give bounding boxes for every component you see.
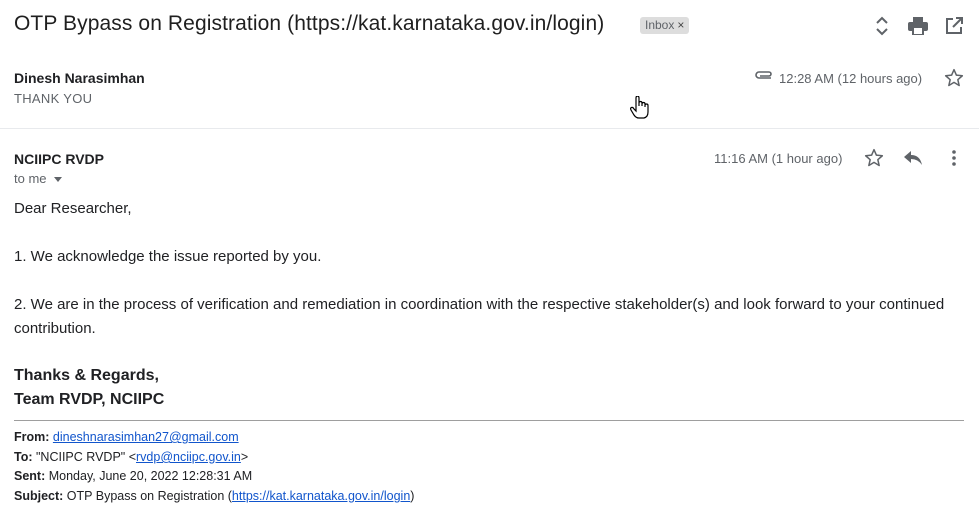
collapsed-sender-name: Dinesh Narasimhan [14,70,145,86]
collapsed-time: 12:28 AM (12 hours ago) [779,71,923,86]
chevron-down-icon [53,176,62,182]
quoted-from-line: From: dineshnarasimhan27@gmail.com [14,430,239,444]
print-icon[interactable] [907,15,929,37]
star-icon[interactable] [944,68,964,88]
more-options-icon[interactable] [946,149,962,167]
expand-all-icon[interactable] [871,15,893,37]
thread-subject: OTP Bypass on Registration (https://kat.… [14,12,605,35]
subject-label: Subject: [14,489,64,503]
subject-suffix: ) [410,489,415,503]
quoted-to-line: To: "NCIIPC RVDP" <rvdp@nciipc.gov.in> [14,450,248,464]
quoted-subject-line: Subject: OTP Bypass on Registration (htt… [14,489,414,503]
body-paragraph-2: 2. We are in the process of verification… [14,296,945,337]
body-paragraph-1: 1. We acknowledge the issue reported by … [14,248,322,265]
inbox-label-badge[interactable]: Inbox × [640,17,690,34]
reply-icon[interactable] [903,150,923,166]
recipient-details-toggle[interactable]: to me [14,171,62,186]
to-email-link[interactable]: rvdp@nciipc.gov.in [136,450,241,464]
signature-line-1: Thanks & Regards, [14,367,159,384]
to-label: To: [14,450,33,464]
star-icon[interactable] [864,148,884,168]
expanded-sender-name[interactable]: NCIIPC RVDP [14,151,104,167]
greeting-text: Dear Researcher, [14,200,132,217]
sent-value: Monday, June 20, 2022 12:28:31 AM [48,469,253,483]
open-in-new-window-icon[interactable] [943,15,965,37]
inbox-label-text: Inbox [645,18,675,32]
remove-label-icon[interactable]: × [677,18,684,32]
recipient-label: to me [14,171,47,186]
quoted-separator [14,420,964,421]
collapsed-message-row[interactable]: Dinesh Narasimhan THANK YOU 12:28 AM (12… [0,62,979,122]
attachment-icon [753,69,773,81]
expanded-time: 11:16 AM (1 hour ago) [714,151,843,166]
sent-label: Sent: [14,469,46,483]
subject-url-link[interactable]: https://kat.karnataka.gov.in/login [232,489,410,503]
hand-cursor-icon [630,96,650,120]
from-label: From: [14,430,50,444]
signature-line-2: Team RVDP, NCIIPC [14,391,165,408]
collapsed-snippet: THANK YOU [14,91,93,106]
subject-prefix: OTP Bypass on Registration ( [66,489,232,503]
quoted-sent-line: Sent: Monday, June 20, 2022 12:28:31 AM [14,469,252,483]
message-divider [0,128,979,129]
to-prefix: "NCIIPC RVDP" < [36,450,136,464]
from-email-link[interactable]: dineshnarasimhan27@gmail.com [53,430,239,444]
to-suffix: > [240,450,249,464]
